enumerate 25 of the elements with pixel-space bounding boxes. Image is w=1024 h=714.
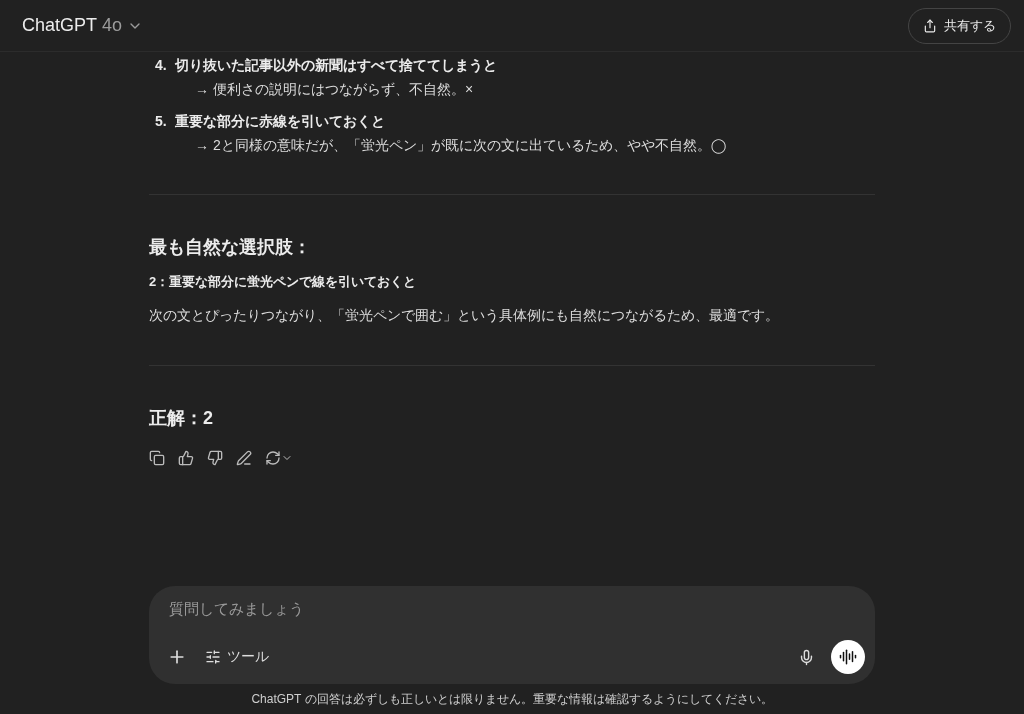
list-number: 4. — [155, 56, 167, 75]
app-title: ChatGPT — [22, 15, 98, 36]
sliders-icon — [205, 649, 221, 665]
section-heading: 最も自然な選択肢： — [149, 236, 312, 259]
voice-button[interactable] — [831, 640, 865, 674]
list-item-title: 重要な部分に赤線を引いておくと — [174, 112, 385, 131]
share-icon — [923, 18, 937, 33]
pen-icon[interactable] — [236, 450, 252, 466]
list-number: 5. — [155, 112, 167, 131]
disclaimer-text: ChatGPT の回答は必ずしも正しいとは限りません。重要な情報は確認するようにしてください。 — [251, 690, 773, 708]
reason-text: 次の文とぴったりつながり、「蛍光ペンで囲む」という具体例にも自然につながるため、最適です。 — [149, 307, 780, 325]
list-item-note: → 便利さの説明にはつながらず、不自然。× — [194, 80, 475, 99]
thumbs-down-icon[interactable] — [207, 450, 223, 466]
choice-text: 2：重要な部分に蛍光ペンで線を引いておくと — [149, 273, 418, 291]
tools-button[interactable]: ツール — [203, 646, 271, 668]
thumbs-up-icon[interactable] — [178, 450, 194, 466]
message-input[interactable]: 質問してみましょう — [169, 600, 865, 617]
model-name: 4o — [102, 15, 123, 36]
regenerate-icon[interactable] — [265, 450, 293, 466]
answer-heading: 正解：2 — [149, 407, 214, 430]
list-item-note: → 2と同様の意味だが、「蛍光ペン」が既に次の文に出ているため、やや不自然。◯ — [194, 136, 728, 156]
list-item-title: 切り抜いた記事以外の新聞はすべて捨ててしまうと — [174, 56, 497, 75]
microphone-icon — [798, 648, 815, 666]
sound-wave-icon — [839, 648, 857, 666]
copy-icon[interactable] — [149, 450, 165, 466]
